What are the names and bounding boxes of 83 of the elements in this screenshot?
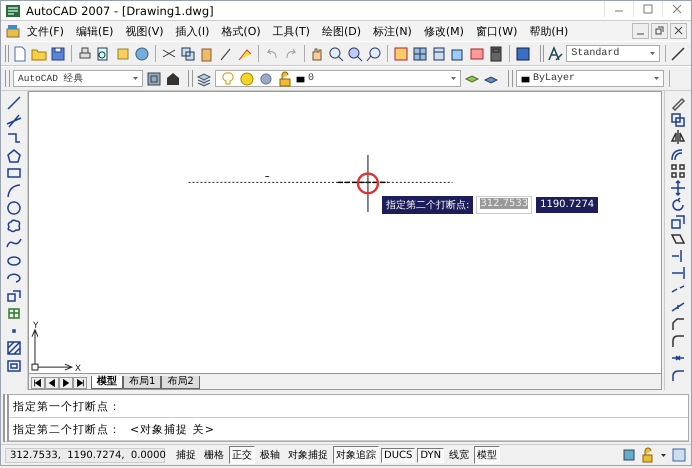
window-title: AutoCAD 2007 - [Drawing1.dwg] <box>26 4 214 18</box>
previous-tab-icon[interactable] <box>45 377 59 389</box>
status-toggle[interactable]: 极轴 <box>257 446 283 464</box>
printer-icon[interactable] <box>77 46 94 62</box>
status-toggle[interactable]: 对象捕捉 <box>285 446 331 464</box>
status-toggle[interactable]: DUCS <box>381 448 416 462</box>
status-toggle[interactable]: 线宽 <box>446 446 472 464</box>
coordinate-display: 312.7533, 1190.7274, 0.0000 <box>5 448 165 462</box>
status-toggle[interactable]: 捕捉 <box>173 446 199 464</box>
pencil-icon[interactable] <box>670 95 686 111</box>
layout-tab[interactable]: 模型 <box>91 376 123 389</box>
chamfer-icon[interactable] <box>670 316 686 332</box>
axis-label: X <box>74 364 81 373</box>
layout-tab[interactable]: 布局2 <box>161 376 200 389</box>
calculator-icon[interactable] <box>488 46 504 62</box>
command-line: 指定第一个打断点： <box>9 395 688 418</box>
copy-icon[interactable] <box>180 46 196 62</box>
zoom-previous-icon[interactable] <box>366 46 382 62</box>
viewport-icon <box>258 70 274 86</box>
design-center-icon[interactable] <box>412 46 428 62</box>
rotate-icon[interactable] <box>670 197 686 213</box>
status-toggle[interactable]: 正交 <box>229 446 255 464</box>
menu-item[interactable]: 标注(N) <box>367 22 418 40</box>
circle-icon[interactable] <box>6 200 22 216</box>
status-toggle[interactable]: DYN <box>417 448 444 462</box>
save-icon[interactable] <box>50 46 66 62</box>
menu-item[interactable]: 帮助(H) <box>523 22 574 40</box>
hatch-icon[interactable] <box>6 340 22 356</box>
sun-icon <box>239 70 255 86</box>
minimize-icon[interactable] <box>632 23 649 39</box>
command-line: 指定第二个打断点： <对象捕捉 关> <box>9 418 688 441</box>
bulb-icon <box>220 70 236 86</box>
tick-mark <box>264 176 270 177</box>
zoom-window-icon[interactable] <box>347 46 364 62</box>
layer-dropdown[interactable]: 0 <box>215 70 461 87</box>
status-toggle[interactable]: 模型 <box>474 446 500 464</box>
polygon-icon[interactable] <box>6 148 22 164</box>
snap-marker <box>356 172 380 194</box>
text-style-dropdown[interactable]: Standard <box>566 45 660 62</box>
globe-icon[interactable] <box>134 46 150 62</box>
color-dropdown[interactable]: ByLayer <box>516 70 664 87</box>
house-icon[interactable] <box>165 70 181 86</box>
layout-tab[interactable]: 布局1 <box>123 376 162 389</box>
arc-icon[interactable] <box>6 182 22 198</box>
restore-icon[interactable] <box>651 23 668 39</box>
status-toggle[interactable]: 对象追踪 <box>333 446 379 464</box>
ucs-icon <box>32 328 74 371</box>
palette-icon[interactable] <box>431 46 448 62</box>
menu-item[interactable]: 编辑(E) <box>70 22 120 40</box>
extend-icon[interactable] <box>670 265 686 281</box>
text-style-icon[interactable] <box>547 46 564 62</box>
fillet-icon[interactable] <box>670 333 686 349</box>
lock-icon <box>277 70 293 86</box>
next-tab-icon[interactable] <box>59 377 73 389</box>
last-tab-icon[interactable] <box>73 377 87 389</box>
menu-item[interactable]: 工具(T) <box>266 22 316 40</box>
menu-item[interactable]: 绘图(D) <box>316 22 368 40</box>
dynamic-prompt: 指定第二个打断点: <box>382 196 474 214</box>
app-logo-icon <box>5 2 21 18</box>
menu-item[interactable]: 插入(I) <box>170 22 216 40</box>
menu-item[interactable]: 文件(F) <box>21 22 70 40</box>
layers-icon[interactable] <box>196 70 212 86</box>
menu-item[interactable]: 格式(O) <box>215 22 267 40</box>
scale-icon[interactable] <box>670 214 686 230</box>
copy-icon[interactable] <box>670 112 686 128</box>
menu-item[interactable]: 窗口(W) <box>470 22 524 40</box>
coordinate-input[interactable]: 1190.7274 <box>535 196 600 214</box>
menu-item[interactable]: 修改(M) <box>418 22 470 40</box>
zoom-realtime-icon[interactable] <box>328 46 344 62</box>
mirror-icon[interactable] <box>670 129 686 145</box>
move-icon[interactable] <box>670 180 686 196</box>
document-icon[interactable] <box>5 23 21 39</box>
construction-line-icon[interactable] <box>6 112 22 128</box>
status-toggle[interactable]: 栅格 <box>201 446 227 464</box>
line-icon[interactable] <box>6 95 22 111</box>
axis-label: Y <box>32 320 38 331</box>
cloud-icon[interactable] <box>6 218 22 234</box>
menu-item[interactable]: 视图(V) <box>119 22 170 40</box>
first-tab-icon[interactable] <box>31 377 45 389</box>
new-file-icon[interactable] <box>12 46 28 62</box>
workspace-dropdown[interactable]: AutoCAD 经典 <box>13 70 143 87</box>
array-icon[interactable] <box>670 163 686 179</box>
close-icon[interactable] <box>670 23 687 39</box>
